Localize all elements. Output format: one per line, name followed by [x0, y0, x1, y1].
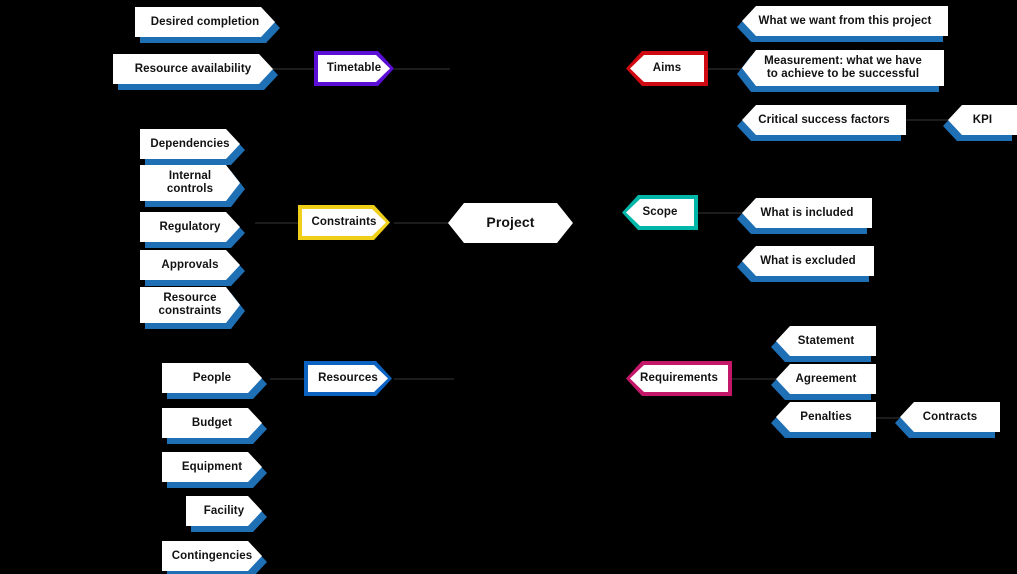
node-people[interactable]: People — [162, 363, 262, 393]
node-approvals[interactable]: Approvals — [140, 250, 240, 280]
connector-constraints-left — [255, 222, 305, 224]
node-regulatory[interactable]: Regulatory — [140, 212, 240, 242]
node-scope[interactable]: Scope — [622, 195, 698, 230]
node-label: Measurement: what we have to achieve to … — [760, 55, 926, 81]
node-dependencies[interactable]: Dependencies — [140, 129, 240, 159]
node-desired-completion[interactable]: Desired completion — [135, 7, 275, 37]
diagram-canvas: Desired completion Resource availability… — [0, 0, 1017, 574]
node-label: Contracts — [922, 410, 978, 423]
node-statement[interactable]: Statement — [771, 326, 876, 362]
node-facility[interactable]: Facility — [186, 496, 262, 526]
node-kpi[interactable]: KPI — [943, 105, 1017, 141]
node-requirements[interactable]: Requirements — [626, 361, 732, 396]
node-label: Penalties — [800, 410, 852, 423]
node-label: Resources — [318, 372, 378, 385]
node-what-is-excluded[interactable]: What is excluded — [737, 246, 874, 282]
connector-constraints-right — [394, 222, 452, 224]
node-label: KPI — [972, 113, 993, 126]
node-label: Constraints — [311, 216, 377, 229]
node-label: Requirements — [640, 372, 718, 385]
node-label: Timetable — [326, 62, 382, 75]
node-project[interactable]: Project — [448, 203, 573, 243]
connector-req-right — [726, 378, 776, 380]
node-constraints[interactable]: Constraints — [302, 209, 386, 236]
node-what-is-included[interactable]: What is included — [737, 198, 872, 234]
node-label-line1: Internal — [168, 170, 212, 183]
node-label-line2: to achieve to be successful — [766, 68, 920, 80]
node-label: Budget — [191, 416, 233, 429]
node-internal-controls[interactable]: Internal controls — [140, 165, 240, 201]
node-label: What is excluded — [760, 254, 856, 267]
node-label: Aims — [652, 62, 682, 75]
node-label: Approvals — [161, 258, 219, 271]
node-label: Dependencies — [150, 137, 230, 150]
connector-scope-right — [692, 212, 744, 214]
node-label: Project — [486, 214, 535, 231]
node-label: What is included — [760, 206, 854, 219]
node-aims[interactable]: Aims — [626, 51, 708, 86]
node-resource-availability[interactable]: Resource availability — [113, 54, 273, 84]
node-label-line1: Resource — [163, 292, 217, 305]
connector-timetable-left — [270, 68, 320, 70]
node-label: Equipment — [181, 460, 243, 473]
node-label-line2: constraints — [158, 305, 222, 317]
node-timetable[interactable]: Timetable — [318, 55, 390, 82]
node-label: Resource constraints — [154, 292, 225, 318]
connector-resources-right — [394, 378, 454, 380]
connector-kpi-left — [902, 119, 948, 121]
node-label: Resource availability — [134, 62, 252, 75]
node-critical-success-factors[interactable]: Critical success factors — [737, 105, 906, 141]
connector-timetable-right — [394, 68, 450, 70]
node-penalties[interactable]: Penalties — [771, 402, 876, 438]
node-label: Facility — [203, 504, 245, 517]
node-contingencies[interactable]: Contingencies — [162, 541, 262, 571]
node-label: Agreement — [795, 372, 857, 385]
node-contracts[interactable]: Contracts — [895, 402, 1000, 438]
node-label: Internal controls — [163, 170, 217, 196]
node-label: Critical success factors — [758, 113, 890, 126]
node-label: Desired completion — [150, 15, 260, 28]
node-agreement[interactable]: Agreement — [771, 364, 876, 400]
node-label: Regulatory — [159, 220, 221, 233]
node-label: People — [192, 371, 232, 384]
node-label: What we want from this project — [758, 14, 932, 27]
node-resource-constraints[interactable]: Resource constraints — [140, 287, 240, 323]
node-equipment[interactable]: Equipment — [162, 452, 262, 482]
node-measurement[interactable]: Measurement: what we have to achieve to … — [737, 50, 944, 92]
node-resources[interactable]: Resources — [308, 365, 388, 392]
node-what-we-want[interactable]: What we want from this project — [737, 6, 948, 42]
node-label: Scope — [642, 206, 678, 219]
node-label-line1: Measurement: what we have — [764, 55, 922, 68]
node-budget[interactable]: Budget — [162, 408, 262, 438]
node-label-line2: controls — [166, 183, 214, 195]
node-label: Contingencies — [171, 549, 253, 562]
node-label: Statement — [797, 334, 855, 347]
